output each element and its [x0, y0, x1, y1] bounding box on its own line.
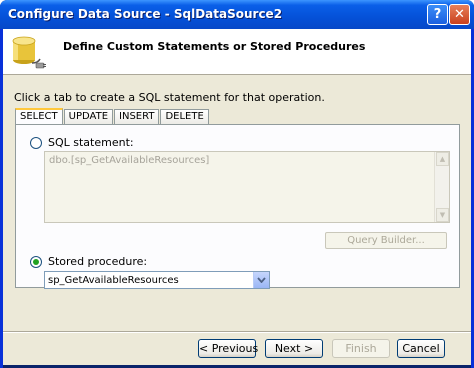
sql-statement-text: dbo.[sp_GetAvailableResources]: [49, 155, 210, 166]
query-builder-button[interactable]: Query Builder...: [325, 232, 447, 249]
operation-tabs: SELECT UPDATE INSERT DELETE: [15, 107, 210, 125]
instruction-text: Click a tab to create a SQL statement fo…: [14, 91, 325, 104]
chevron-down-icon[interactable]: [253, 272, 269, 288]
sql-scrollbar[interactable]: ▲ ▼: [434, 152, 449, 222]
finish-button[interactable]: Finish: [332, 339, 390, 358]
sql-statement-label: SQL statement:: [48, 136, 134, 149]
stored-procedure-radio[interactable]: [30, 255, 42, 268]
sql-statement-radio[interactable]: [30, 136, 42, 149]
sql-statement-textarea[interactable]: dbo.[sp_GetAvailableResources] ▲ ▼: [44, 151, 450, 223]
previous-button[interactable]: < Previous: [198, 339, 258, 358]
sql-statement-option[interactable]: SQL statement:: [30, 136, 134, 149]
window-title: Configure Data Source - SqlDataSource2: [8, 7, 283, 21]
dialog-body: Define Custom Statements or Stored Proce…: [3, 29, 471, 365]
title-bar[interactable]: Configure Data Source - SqlDataSource2 ?…: [0, 0, 474, 29]
tab-delete[interactable]: DELETE: [160, 109, 209, 124]
next-button[interactable]: Next >: [265, 339, 323, 358]
wizard-header: Define Custom Statements or Stored Proce…: [3, 29, 471, 75]
help-button[interactable]: ?: [427, 4, 448, 25]
close-button[interactable]: ✕: [449, 4, 470, 25]
footer-divider: [3, 331, 471, 333]
cancel-button[interactable]: Cancel: [397, 339, 445, 358]
stored-procedure-label: Stored procedure:: [48, 255, 148, 268]
stored-procedure-value: sp_GetAvailableResources: [48, 274, 179, 286]
stored-procedure-dropdown[interactable]: sp_GetAvailableResources: [44, 271, 270, 289]
tab-update[interactable]: UPDATE: [63, 109, 114, 124]
select-tab-panel: SQL statement: dbo.[sp_GetAvailableResou…: [15, 124, 460, 289]
stored-procedure-option[interactable]: Stored procedure:: [30, 255, 147, 268]
scroll-up-icon[interactable]: ▲: [436, 152, 449, 166]
scroll-down-icon[interactable]: ▼: [436, 208, 449, 222]
dialog-window: Configure Data Source - SqlDataSource2 ?…: [0, 0, 474, 368]
tab-insert[interactable]: INSERT: [114, 109, 160, 124]
database-plug-icon: [12, 36, 46, 69]
page-title: Define Custom Statements or Stored Proce…: [63, 40, 366, 53]
tab-select[interactable]: SELECT: [15, 108, 63, 125]
